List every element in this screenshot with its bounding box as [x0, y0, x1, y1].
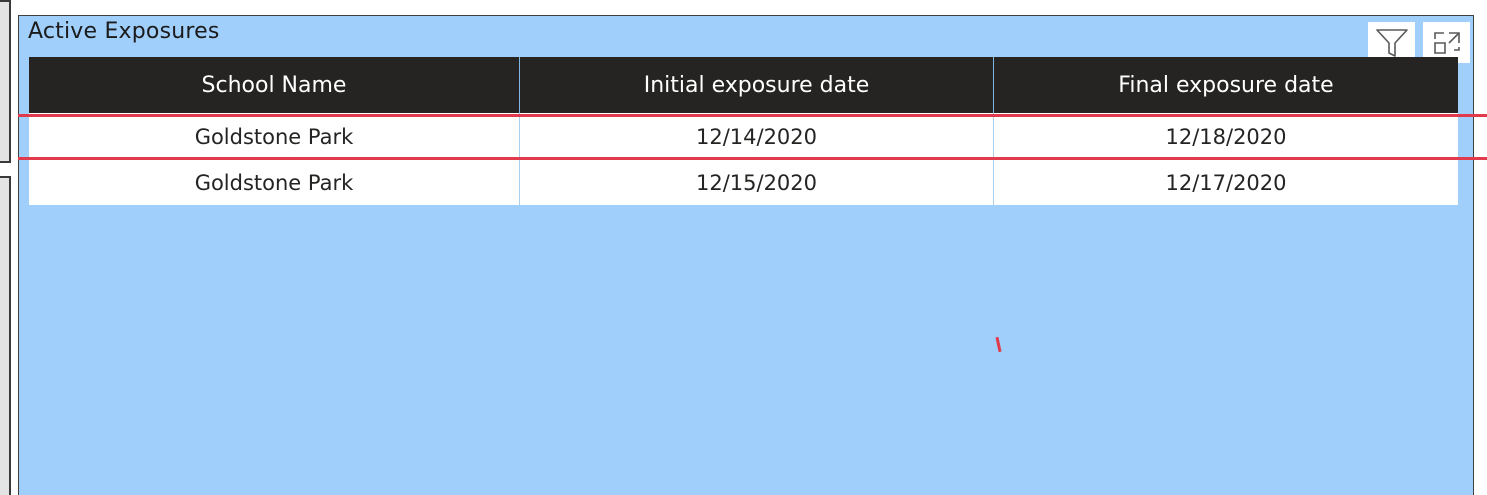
- adjacent-visual-frame: [0, 176, 11, 495]
- focus-mode-icon: [1433, 31, 1460, 54]
- column-header-final-exposure-date[interactable]: Final exposure date: [994, 57, 1458, 113]
- column-header-initial-exposure-date[interactable]: Initial exposure date: [520, 57, 994, 113]
- highlight-line-bottom: [18, 157, 1487, 160]
- cell-school-name[interactable]: Goldstone Park: [29, 160, 520, 205]
- exposures-table: School Name Initial exposure date Final …: [29, 57, 1458, 205]
- cell-final-exposure-date[interactable]: 12/17/2020: [994, 160, 1458, 205]
- filter-icon: [1375, 28, 1408, 57]
- active-exposures-visual[interactable]: Active Exposures School Name Initial exp…: [18, 15, 1474, 495]
- highlight-line-top: [18, 114, 1487, 117]
- table-header-row: School Name Initial exposure date Final …: [29, 57, 1458, 113]
- cell-final-exposure-date[interactable]: 12/18/2020: [994, 113, 1458, 160]
- cell-initial-exposure-date[interactable]: 12/15/2020: [520, 160, 994, 205]
- cell-school-name[interactable]: Goldstone Park: [29, 113, 520, 160]
- table-row[interactable]: Goldstone Park 12/15/2020 12/17/2020: [29, 160, 1458, 205]
- cell-initial-exposure-date[interactable]: 12/14/2020: [520, 113, 994, 160]
- column-header-school-name[interactable]: School Name: [29, 57, 520, 113]
- table-row[interactable]: Goldstone Park 12/14/2020 12/18/2020: [29, 113, 1458, 160]
- adjacent-visual-frame: [0, 0, 11, 163]
- visual-title: Active Exposures: [28, 19, 220, 44]
- report-canvas: Active Exposures School Name Initial exp…: [0, 0, 1487, 495]
